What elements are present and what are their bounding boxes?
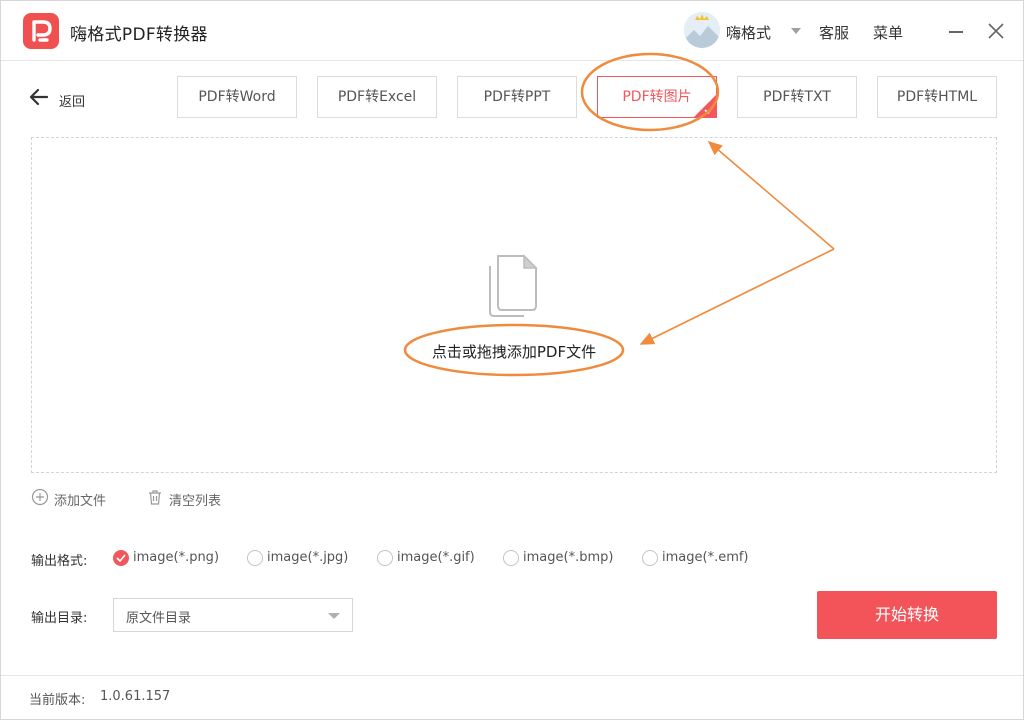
tab-pdf-to-excel[interactable]: PDF转Excel: [317, 76, 437, 118]
output-format-label: 输出格式:: [31, 554, 88, 569]
format-label: image(*.png): [133, 550, 220, 565]
format-label: image(*.gif): [397, 550, 475, 565]
app-logo-icon: [23, 13, 59, 49]
add-file-label: 添加文件: [54, 494, 107, 509]
version-label: 当前版本:: [29, 693, 86, 708]
close-icon[interactable]: [987, 22, 1005, 40]
tab-pdf-to-image[interactable]: PDF转图片: [597, 76, 717, 118]
drop-hint-text: 点击或拖拽添加PDF文件: [431, 343, 597, 361]
customer-service-button[interactable]: 客服: [819, 22, 849, 43]
tab-label: PDF转Word: [198, 89, 276, 105]
tab-pdf-to-word[interactable]: PDF转Word: [177, 76, 297, 118]
radio-icon: [247, 550, 263, 566]
user-dropdown-icon[interactable]: [791, 28, 801, 34]
format-label: image(*.jpg): [267, 550, 349, 565]
output-dir-value: 原文件目录: [126, 611, 192, 626]
chevron-down-icon: [328, 613, 340, 619]
radio-checked-icon: [113, 550, 129, 566]
file-drop-zone[interactable]: 点击或拖拽添加PDF文件: [31, 137, 997, 473]
tab-pdf-to-txt[interactable]: PDF转TXT: [737, 76, 857, 118]
minimize-icon[interactable]: [949, 31, 963, 33]
version-value: 1.0.61.157: [100, 689, 171, 704]
trash-icon: [149, 490, 161, 505]
tab-pdf-to-html[interactable]: PDF转HTML: [877, 76, 997, 118]
back-label: 返回: [59, 95, 86, 110]
status-footer: 当前版本: 1.0.61.157: [1, 675, 1023, 719]
add-circle-icon: [31, 488, 49, 506]
tab-label: PDF转PPT: [483, 89, 551, 105]
user-name[interactable]: 嗨格式: [726, 22, 771, 43]
tab-label: PDF转TXT: [763, 89, 831, 105]
format-label: image(*.bmp): [523, 550, 614, 565]
menu-button[interactable]: 菜单: [873, 22, 903, 43]
tab-label: PDF转HTML: [896, 89, 978, 105]
start-convert-button[interactable]: 开始转换: [817, 591, 997, 639]
user-avatar[interactable]: [684, 12, 720, 48]
tab-label: PDF转Excel: [337, 89, 417, 105]
radio-icon: [503, 550, 519, 566]
document-stack-icon: [489, 254, 538, 317]
clear-list-label: 清空列表: [169, 494, 222, 509]
radio-icon: [642, 550, 658, 566]
tab-label: PDF转图片: [622, 89, 692, 105]
output-dir-select[interactable]: 原文件目录: [113, 598, 353, 632]
format-label: image(*.emf): [662, 550, 749, 565]
output-dir-label: 输出目录:: [31, 611, 88, 626]
title-bar: 嗨格式PDF转换器 嗨格式 客服 菜单: [1, 1, 1023, 61]
app-window: 嗨格式PDF转换器 嗨格式 客服 菜单 返回 PDF转Word PDF转Exce…: [0, 0, 1024, 720]
radio-icon: [377, 550, 393, 566]
back-arrow-icon: [29, 88, 49, 106]
check-icon: [704, 106, 714, 114]
app-title: 嗨格式PDF转换器: [70, 25, 208, 45]
tab-pdf-to-ppt[interactable]: PDF转PPT: [457, 76, 577, 118]
